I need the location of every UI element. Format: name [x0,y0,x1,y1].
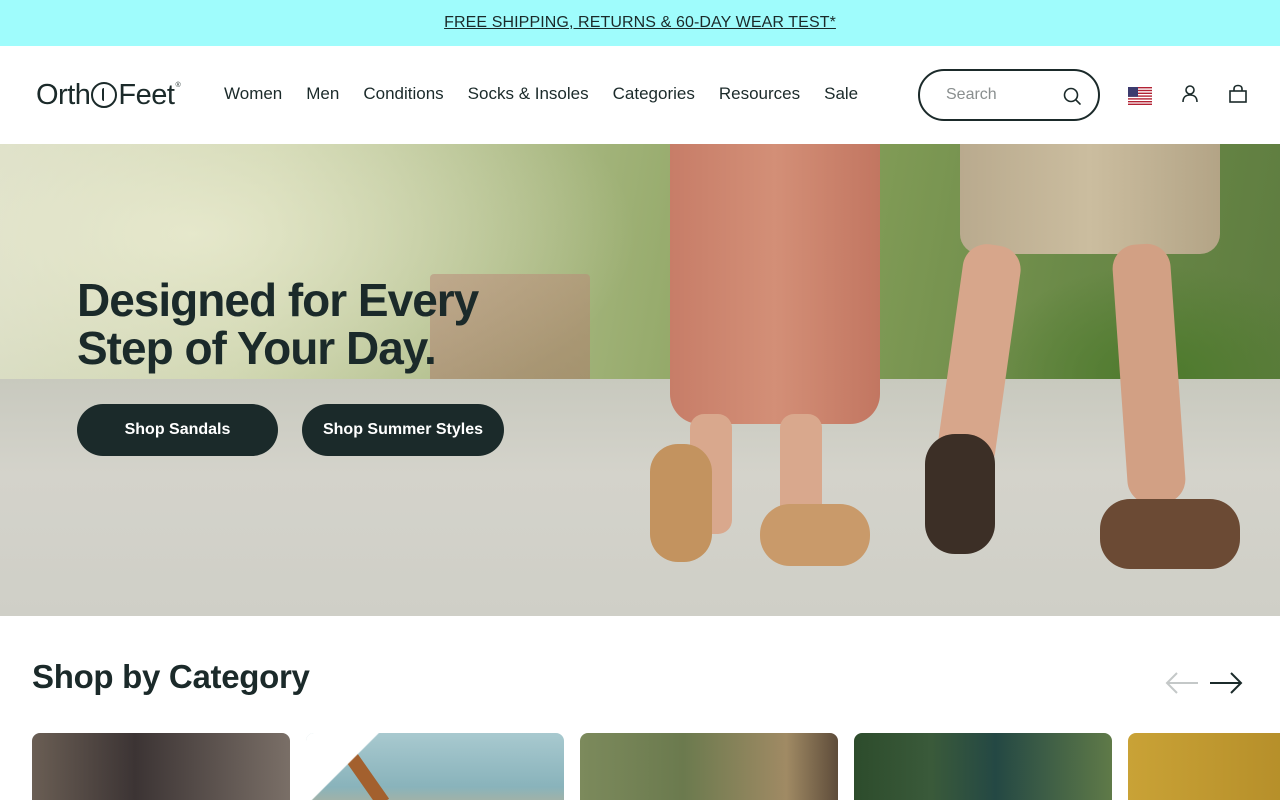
logo-text-right: Feet [118,78,175,111]
promo-link[interactable]: FREE SHIPPING, RETURNS & 60-DAY WEAR TES… [444,14,836,32]
category-card[interactable] [1128,733,1280,800]
hero-title-line2: Step of Your Day. [77,322,437,374]
hero-image-woman-sandal [650,444,712,562]
shop-summer-styles-button[interactable]: Shop Summer Styles [302,404,504,456]
hero-title: Designed for Every Step of Your Day. [77,276,517,372]
shop-sandals-button[interactable]: Shop Sandals [77,404,278,456]
category-card[interactable] [580,733,838,800]
category-card[interactable] [306,733,564,800]
hero-image-man-sandal [1100,499,1240,569]
search-box [918,69,1100,121]
nav-item-women[interactable]: Women [224,84,282,104]
hero-image-man-shorts [960,144,1220,254]
account-icon[interactable] [1180,84,1200,104]
arrow-right-icon[interactable] [1208,670,1244,696]
nav-item-men[interactable]: Men [306,84,339,104]
logo-registered-mark: ® [175,82,181,89]
logo-foot-icon [91,82,118,108]
hero-image-man-sandal [925,434,995,554]
search-input[interactable] [944,85,1058,105]
promo-bar: FREE SHIPPING, RETURNS & 60-DAY WEAR TES… [0,0,1280,46]
hero-cta-row: Shop Sandals Shop Summer Styles [77,404,517,456]
nav-item-socks-insoles[interactable]: Socks & Insoles [468,84,589,104]
cart-bag-icon[interactable] [1228,84,1248,104]
main-nav: Women Men Conditions Socks & Insoles Cat… [224,84,882,104]
arrow-left-icon[interactable] [1164,670,1200,696]
orthofeet-logo[interactable]: Orth Feet ® [36,78,181,112]
nav-item-resources[interactable]: Resources [719,84,800,104]
hero-image-woman-pants [670,144,880,424]
hero-banner: Designed for Every Step of Your Day. Sho… [0,144,1280,616]
nav-item-categories[interactable]: Categories [613,84,695,104]
category-card[interactable] [854,733,1112,800]
nav-item-conditions[interactable]: Conditions [363,84,443,104]
section-title: Shop by Category [32,658,310,695]
us-flag-icon[interactable] [1128,87,1152,105]
logo-text-left: Orth [36,78,91,111]
nav-item-sale[interactable]: Sale [824,84,858,104]
site-header: Orth Feet ® Women Men Conditions Socks &… [0,46,1280,144]
category-carousel [32,733,1280,800]
category-card[interactable] [32,733,290,800]
search-icon[interactable] [1062,86,1082,106]
hero-image-woman-sandal [760,504,870,566]
hero-title-line1: Designed for Every [77,274,479,326]
hero-content: Designed for Every Step of Your Day. Sho… [77,276,517,456]
